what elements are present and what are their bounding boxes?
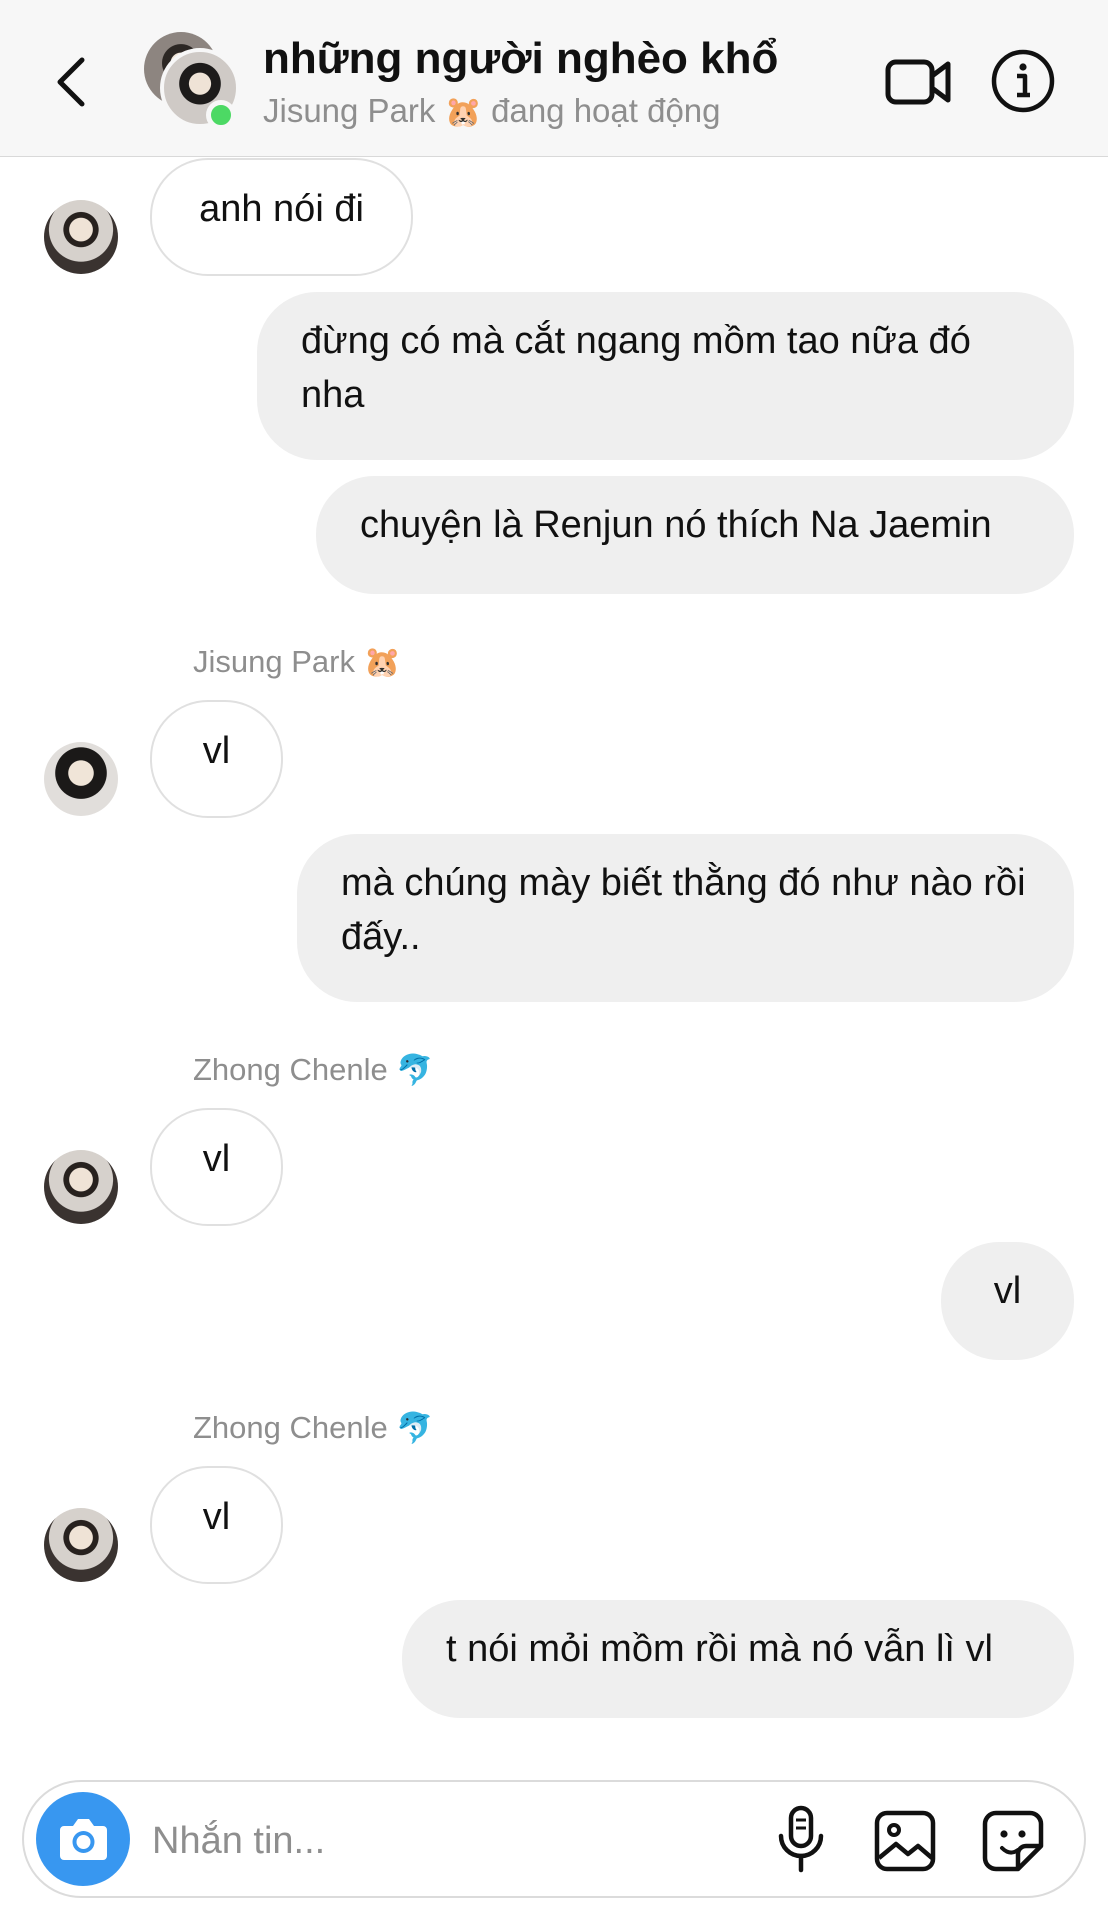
- sender-avatar[interactable]: [44, 1150, 118, 1224]
- dolphin-emoji: 🐬: [396, 1412, 434, 1445]
- sender-name: Jisung Park: [193, 644, 355, 679]
- microphone-icon[interactable]: [774, 1804, 828, 1876]
- sender-label: Jisung Park 🐹: [193, 644, 401, 680]
- message-input[interactable]: [150, 1810, 714, 1872]
- dolphin-emoji: 🐬: [396, 1054, 434, 1087]
- message-bubble-incoming[interactable]: vl: [150, 700, 283, 818]
- message-bubble-outgoing[interactable]: vl: [941, 1242, 1074, 1360]
- online-status-dot: [206, 100, 236, 130]
- active-status-text: đang hoạt động: [491, 92, 721, 129]
- sender-label: Zhong Chenle 🐬: [193, 1410, 434, 1446]
- hamster-emoji: 🐹: [444, 96, 482, 129]
- sender-avatar[interactable]: [44, 1508, 118, 1582]
- group-avatar[interactable]: [144, 32, 244, 132]
- sender-name: Zhong Chenle: [193, 1052, 388, 1087]
- message-bubble-incoming[interactable]: vl: [150, 1466, 283, 1584]
- sender-avatar[interactable]: [44, 742, 118, 816]
- video-camera-icon[interactable]: [884, 52, 954, 112]
- message-bubble-outgoing[interactable]: chuyện là Renjun nó thích Na Jaemin: [316, 476, 1074, 594]
- sender-label: Zhong Chenle 🐬: [193, 1052, 434, 1088]
- back-chevron-icon[interactable]: [48, 52, 98, 112]
- active-status: Jisung Park 🐹 đang hoạt động: [263, 92, 721, 130]
- sender-avatar[interactable]: [44, 200, 118, 274]
- message-bubble-outgoing[interactable]: mà chúng mày biết thằng đó như nào rồi đ…: [297, 834, 1074, 1002]
- image-icon[interactable]: [872, 1808, 938, 1874]
- sender-name: Zhong Chenle: [193, 1410, 388, 1445]
- camera-icon[interactable]: [36, 1792, 130, 1886]
- message-bubble-outgoing[interactable]: đừng có mà cắt ngang mồm tao nữa đó nha: [257, 292, 1074, 460]
- chat-title[interactable]: những người nghèo khổ: [263, 34, 778, 84]
- message-bubble-incoming[interactable]: vl: [150, 1108, 283, 1226]
- hamster-emoji: 🐹: [363, 646, 401, 679]
- message-composer: [22, 1780, 1086, 1898]
- message-bubble-incoming[interactable]: anh nói đi: [150, 158, 413, 276]
- info-icon[interactable]: [990, 48, 1056, 114]
- active-user-name: Jisung Park: [263, 92, 436, 129]
- chat-header: những người nghèo khổ Jisung Park 🐹 đang…: [0, 0, 1108, 157]
- sticker-icon[interactable]: [980, 1808, 1046, 1874]
- message-bubble-outgoing[interactable]: t nói mỏi mồm rồi mà nó vẫn lì vl: [402, 1600, 1074, 1718]
